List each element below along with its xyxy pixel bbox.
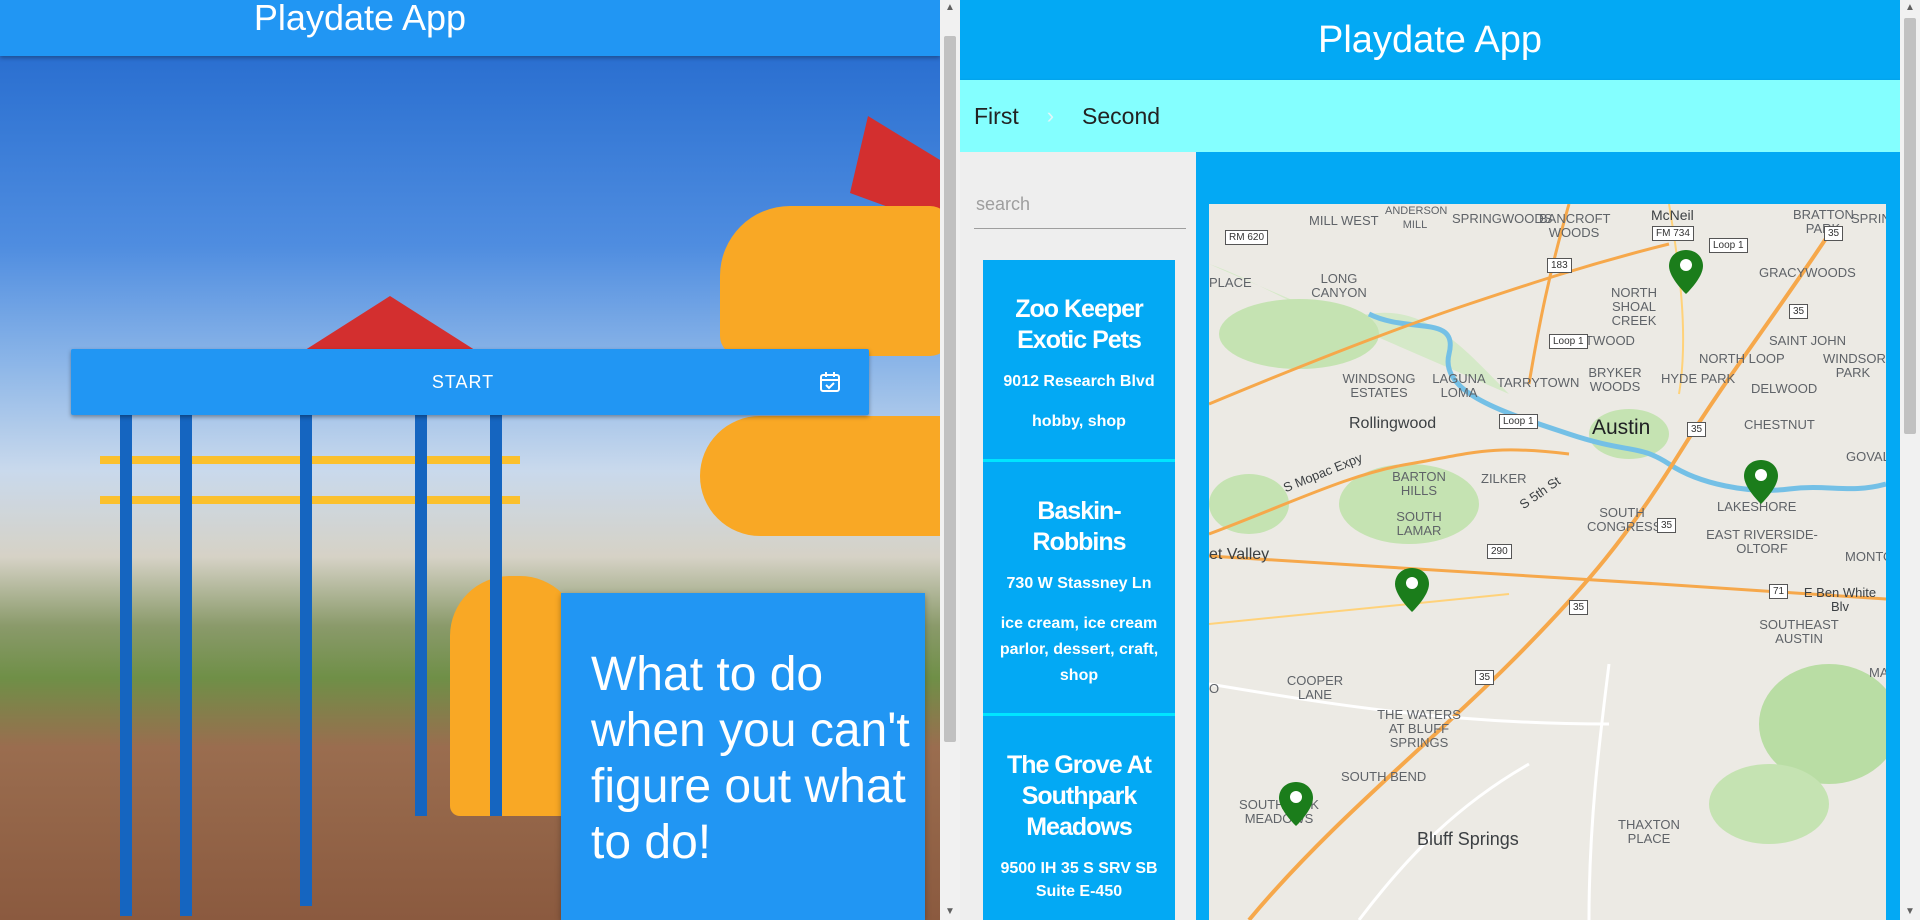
map-label: E Ben White Blv bbox=[1803, 585, 1877, 614]
step-first[interactable]: First bbox=[974, 103, 1019, 130]
map-label: SAINT JOHN bbox=[1769, 333, 1847, 348]
map-label: BRATTON PARK bbox=[1793, 207, 1854, 236]
place-name: The Grove At Southpark Meadows bbox=[1006, 751, 1152, 841]
map-label: SOUTHEAST AUSTIN bbox=[1759, 617, 1839, 646]
place-address: 9012 Research Blvd bbox=[1003, 373, 1155, 390]
place-card[interactable]: Zoo Keeper Exotic Pets 9012 Research Blv… bbox=[983, 260, 1175, 462]
scroll-up-arrow-icon[interactable]: ▲ bbox=[940, 0, 960, 16]
map-label: MA bbox=[1869, 665, 1886, 680]
map-label: LONG CANYON bbox=[1311, 271, 1367, 300]
stepper: First › Second bbox=[960, 80, 1900, 152]
search-pane: Playdate App First › Second Zoo Keeper E… bbox=[960, 0, 1900, 920]
map-label: McNeil bbox=[1651, 207, 1694, 223]
promo-card: What to do when you can't figure out wha… bbox=[561, 593, 925, 920]
road-shield: 35 bbox=[1657, 518, 1677, 533]
map-label: et Valley bbox=[1209, 546, 1270, 563]
road-shield: 183 bbox=[1547, 258, 1572, 273]
map-label: NORTH LOOP bbox=[1699, 351, 1785, 366]
map-label: CHESTNUT bbox=[1744, 417, 1815, 432]
calendar-check-icon bbox=[805, 370, 869, 394]
map[interactable]: MILL WEST ANDERSON MILL SPRINGWOODS BANC… bbox=[1209, 204, 1886, 920]
start-button-label: START bbox=[431, 371, 495, 392]
place-name: Baskin-Robbins bbox=[1032, 497, 1127, 556]
map-label: BANCROFT WOODS bbox=[1539, 211, 1611, 240]
map-label: Rollingwood bbox=[1349, 415, 1437, 432]
place-name: Zoo Keeper Exotic Pets bbox=[1015, 295, 1144, 354]
landing-pane: Playdate App START What to do when you c… bbox=[0, 0, 940, 920]
road-shield: RM 620 bbox=[1225, 230, 1269, 245]
scrollbar-thumb[interactable] bbox=[944, 36, 956, 742]
map-label: EAST RIVERSIDE-OLTORF bbox=[1706, 527, 1818, 556]
map-frame: MILL WEST ANDERSON MILL SPRINGWOODS BANC… bbox=[1196, 152, 1900, 920]
step-second[interactable]: Second bbox=[1082, 103, 1160, 130]
map-label: HYDE PARK bbox=[1661, 371, 1736, 386]
map-label: Bluff Springs bbox=[1417, 829, 1519, 849]
landing-header: Playdate App bbox=[0, 0, 940, 56]
map-label: WINDSONG ESTATES bbox=[1342, 371, 1416, 400]
map-label: SOUTH CONGRESS bbox=[1587, 505, 1662, 534]
map-label: O bbox=[1209, 681, 1220, 696]
map-label: SPRINGWOODS bbox=[1452, 211, 1553, 226]
map-label: DELWOOD bbox=[1751, 381, 1818, 396]
left-pane-scrollbar[interactable]: ▲ ▼ bbox=[940, 0, 960, 920]
landing-title: Playdate App bbox=[253, 0, 467, 38]
map-label: MILL WEST bbox=[1309, 213, 1379, 228]
place-tags: hobby, shop bbox=[1032, 413, 1126, 430]
map-marker-icon[interactable] bbox=[1395, 568, 1429, 612]
road-shield: Loop 1 bbox=[1549, 334, 1588, 349]
map-label: THAXTON PLACE bbox=[1618, 817, 1680, 846]
map-label: THE WATERS AT BLUFF SPRINGS bbox=[1377, 707, 1461, 750]
road-shield: 290 bbox=[1487, 544, 1512, 559]
map-label: NORTH SHOAL CREEK bbox=[1611, 285, 1657, 328]
place-address: 730 W Stassney Ln bbox=[1006, 575, 1152, 592]
place-tags: ice cream, ice cream parlor, dessert, cr… bbox=[999, 615, 1159, 684]
place-address: 9500 IH 35 S SRV SB Suite E-450 bbox=[1000, 860, 1158, 900]
place-card[interactable]: The Grove At Southpark Meadows 9500 IH 3… bbox=[983, 716, 1175, 919]
map-label: GRACYWOODS bbox=[1759, 265, 1856, 280]
map-label: WINDSOR PARK bbox=[1823, 351, 1886, 380]
search-header: Playdate App bbox=[960, 0, 1900, 80]
map-label: ZILKER bbox=[1481, 471, 1527, 486]
map-label: BRYKER WOODS bbox=[1588, 365, 1642, 394]
road-shield: 35 bbox=[1789, 304, 1809, 319]
map-label: PLACE bbox=[1209, 275, 1252, 290]
road-shield: 35 bbox=[1475, 670, 1495, 685]
right-pane-scrollbar[interactable]: ▲ ▼ bbox=[1900, 0, 1920, 920]
map-label: SOUTH BEND bbox=[1341, 769, 1427, 784]
scroll-up-arrow-icon[interactable]: ▲ bbox=[1900, 0, 1920, 16]
place-tags bbox=[983, 903, 1175, 919]
map-marker-icon[interactable] bbox=[1744, 460, 1778, 504]
start-button[interactable]: START bbox=[71, 349, 869, 415]
map-label: COOPER LANE bbox=[1286, 673, 1344, 702]
map-label: GOVALLE bbox=[1846, 449, 1886, 464]
map-label-austin: Austin bbox=[1592, 416, 1651, 439]
map-label: MONTO bbox=[1845, 549, 1886, 564]
map-label: ANDERSON MILL bbox=[1385, 205, 1448, 231]
place-card[interactable]: Baskin-Robbins 730 W Stassney Ln ice cre… bbox=[983, 462, 1175, 716]
road-shield: 35 bbox=[1824, 226, 1844, 241]
map-label: LAGUNA LOMA bbox=[1432, 371, 1486, 400]
map-label: TARRYTOWN bbox=[1497, 375, 1580, 390]
search-title: Playdate App bbox=[1318, 19, 1542, 61]
promo-text: What to do when you can't figure out wha… bbox=[591, 648, 910, 869]
map-label: SPRIN bbox=[1851, 211, 1886, 226]
road-shield: 35 bbox=[1687, 422, 1707, 437]
place-list: Zoo Keeper Exotic Pets 9012 Research Blv… bbox=[983, 260, 1175, 920]
road-shield: 35 bbox=[1569, 600, 1589, 615]
road-shield: FM 734 bbox=[1652, 226, 1694, 241]
road-shield: Loop 1 bbox=[1499, 414, 1538, 429]
map-label: BARTON HILLS bbox=[1392, 469, 1446, 498]
road-shield: Loop 1 bbox=[1709, 238, 1748, 253]
map-marker-icon[interactable] bbox=[1279, 782, 1313, 826]
scroll-down-arrow-icon[interactable]: ▼ bbox=[1900, 904, 1920, 920]
map-label: SOUTH LAMAR bbox=[1396, 509, 1442, 538]
scrollbar-thumb[interactable] bbox=[1904, 18, 1916, 434]
road-shield: 71 bbox=[1769, 584, 1789, 599]
map-marker-icon[interactable] bbox=[1669, 250, 1703, 294]
search-input[interactable] bbox=[974, 180, 1186, 229]
chevron-right-icon: › bbox=[1046, 103, 1055, 128]
scroll-down-arrow-icon[interactable]: ▼ bbox=[940, 904, 960, 920]
